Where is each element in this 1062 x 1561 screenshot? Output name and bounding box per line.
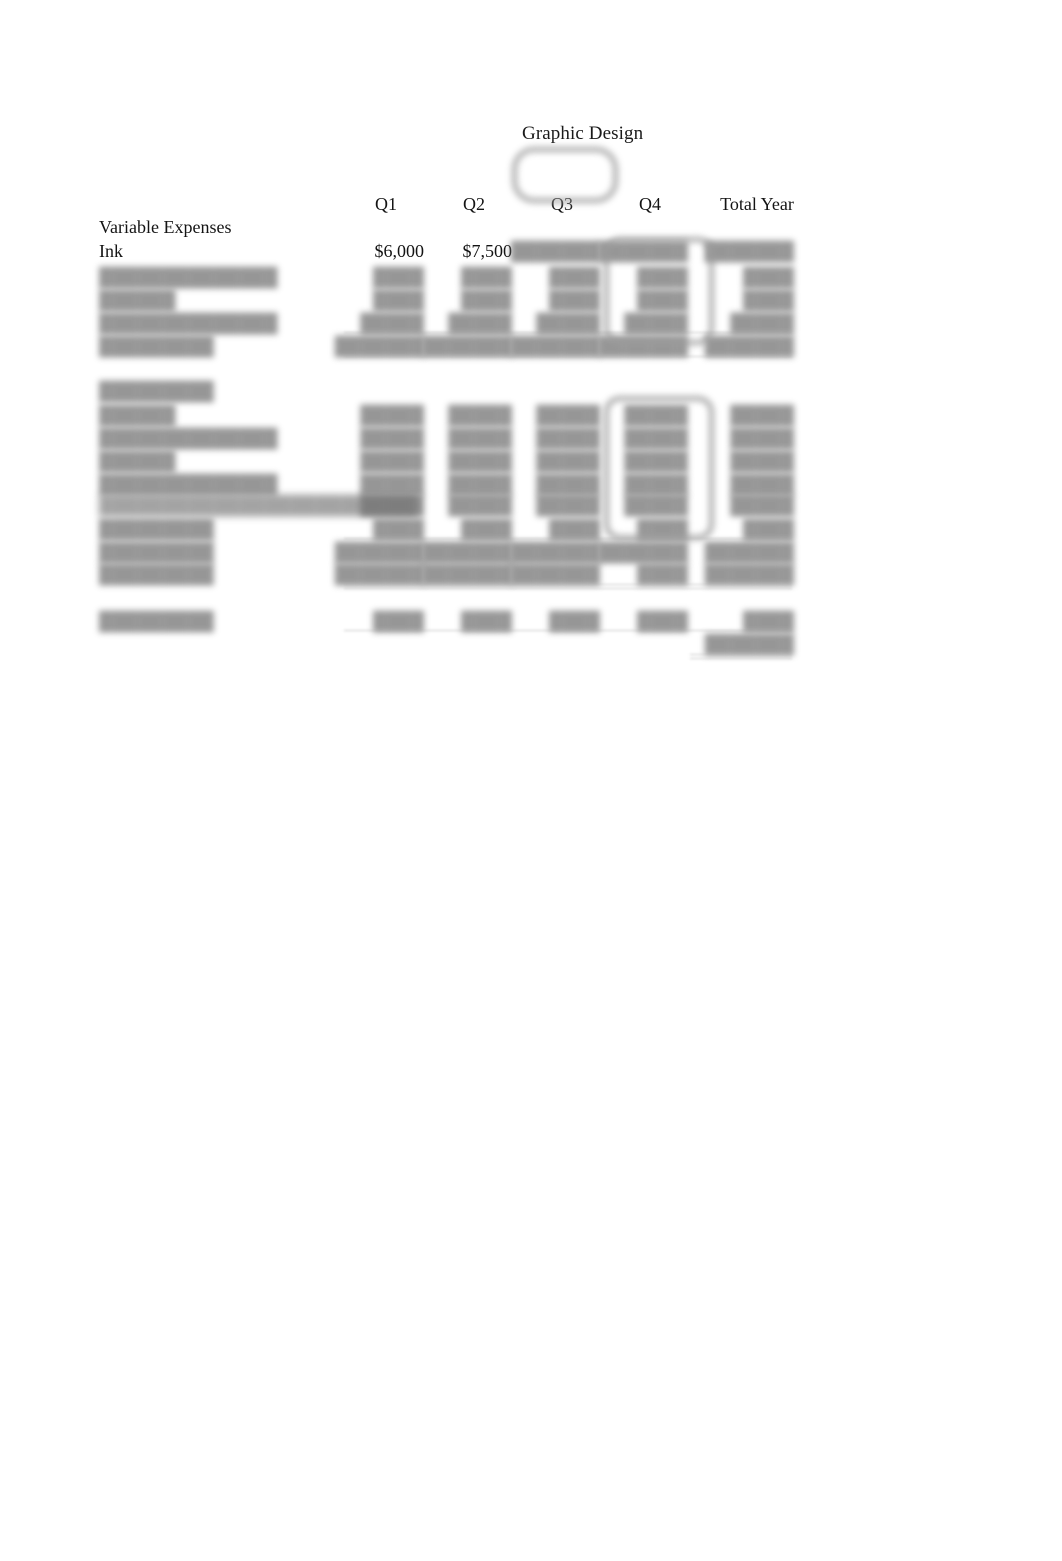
cell-total: █████ — [730, 474, 794, 494]
row-label: ██████ — [99, 451, 176, 471]
section-heading-fixed-expenses: █████████ — [0, 380, 1062, 403]
table-row: ██████████████ █████ █████ █████ █████ █… — [0, 427, 1062, 450]
table-row: ██████ ████ ████ ████ ████ ████ — [0, 289, 1062, 312]
table-row: ██████ █████ █████ █████ █████ █████ — [0, 450, 1062, 473]
cell-total: █████ — [730, 428, 794, 448]
table-row: ██████████████ ████ ████ ████ ████ ████ — [0, 266, 1062, 289]
section-heading-variable-expenses: Variable Expenses — [0, 216, 1062, 239]
table-row: █████████████████████████ █████ █████ ██… — [0, 494, 1062, 517]
table-row: ██████ █████ █████ █████ █████ █████ — [0, 404, 1062, 427]
table-row-grand-total: █████████ ███████ ███████ ███████ ████ █… — [0, 563, 1062, 586]
row-label: █████████ — [99, 519, 214, 539]
row-label: █████████ — [99, 564, 214, 584]
row-label: █████████ — [99, 542, 214, 562]
section-heading-label: █████████ — [99, 381, 214, 401]
row-label: ██████ — [99, 405, 176, 425]
column-header-row: Q1 Q2 Q3 Q4 Total Year — [0, 193, 1062, 216]
table-row: ██████████████ █████ █████ █████ █████ █… — [0, 473, 1062, 496]
cell-total: ███████ — [704, 634, 794, 654]
row-label: ██████████████ — [99, 267, 278, 287]
cell-total: █████ — [730, 405, 794, 425]
cell-total: ███████ — [704, 564, 794, 584]
cell-total: ███████ — [704, 542, 794, 562]
net-rule — [344, 630, 792, 631]
table-row-net-total: ███████ — [0, 633, 1062, 656]
row-label: ██████████████ — [99, 428, 278, 448]
cell-total: ████ — [742, 290, 794, 310]
section-close-rule — [344, 356, 792, 357]
table-row-total-fixed: █████████ ███████ ███████ ███████ ██████… — [0, 541, 1062, 564]
grand-total-rule — [344, 584, 792, 589]
row-label: ██████ — [99, 290, 176, 310]
budget-worksheet: Graphic Design Q1 Q2 Q3 Q4 Total Year Va… — [0, 0, 1062, 1561]
page-title-text: Graphic Design — [522, 123, 644, 144]
cell-total: ███████ — [704, 336, 794, 356]
row-label: ██████████████ — [99, 313, 278, 333]
cell-ink-total: ███████ — [704, 241, 794, 261]
cell-total: █████ — [730, 451, 794, 471]
row-label: █████████ — [99, 611, 214, 631]
table-row-total-variable: █████████ ███████ ███████ ███████ ██████… — [0, 335, 1062, 358]
table-row-ink: Ink $6,000 $7,500 ███████ ███████ ██████… — [0, 240, 1062, 263]
cell-total: █████ — [730, 495, 794, 515]
page-title: Graphic Design — [0, 122, 1062, 145]
net-total-rule — [690, 654, 792, 659]
section-heading-label: Variable Expenses — [99, 217, 232, 237]
subtotal-rule — [344, 332, 792, 333]
cell-total: ████ — [742, 267, 794, 287]
row-label: ██████████████ — [99, 474, 278, 494]
row-label: █████████ — [99, 336, 214, 356]
row-label-ink: Ink — [99, 241, 123, 261]
subtotal-rule — [344, 538, 792, 539]
column-header-total-year: Total Year — [720, 194, 794, 214]
